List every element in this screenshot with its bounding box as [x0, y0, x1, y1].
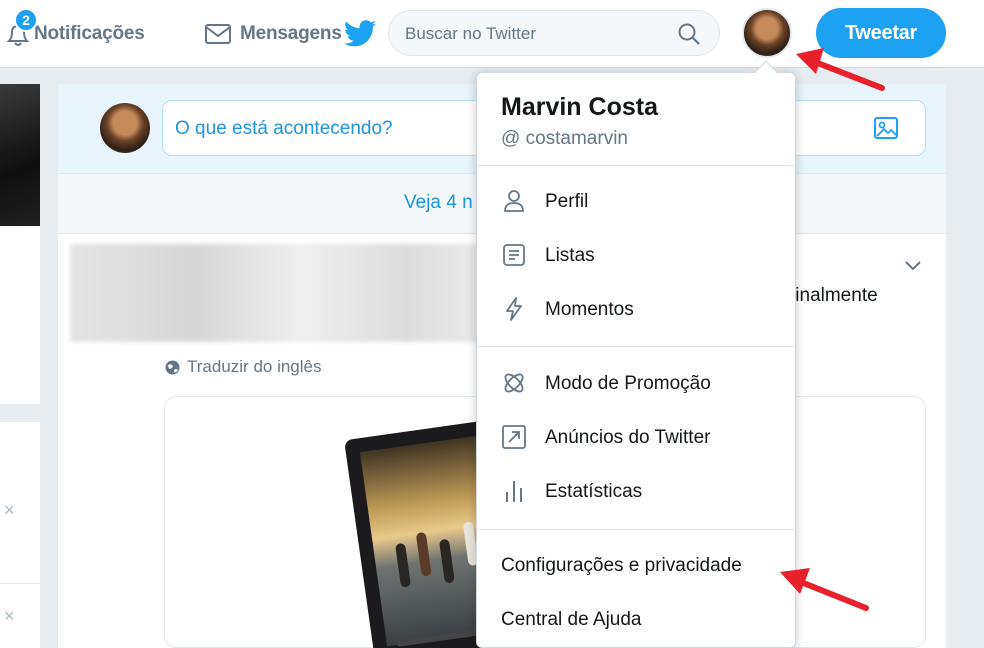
menu-label: Perfil [545, 191, 589, 212]
menu-divider [477, 165, 795, 166]
add-photo-icon[interactable] [872, 114, 900, 142]
search-box[interactable] [388, 10, 720, 56]
person-icon [504, 190, 524, 212]
menu-item-promote-mode[interactable]: Modo de Promoção [477, 360, 795, 408]
globe-icon [165, 360, 180, 374]
dismiss-suggestion-icon[interactable]: × [4, 606, 15, 627]
new-tweets-link[interactable]: Veja 4 n [404, 192, 473, 214]
menu-item-profile[interactable]: Perfil [477, 178, 795, 226]
search-icon[interactable] [677, 22, 701, 46]
who-to-follow-card: × × [0, 422, 40, 648]
figure [415, 531, 432, 577]
nav-messages[interactable]: Mensagens [204, 20, 342, 48]
menu-divider [477, 529, 795, 530]
composer-placeholder: O que está acontecendo? [175, 118, 393, 139]
menu-label: Anúncios do Twitter [545, 427, 711, 448]
annotation-arrow-icon [796, 48, 885, 91]
profile-avatar-button[interactable] [742, 8, 792, 58]
menu-item-help-center[interactable]: Central de Ajuda [477, 596, 795, 644]
lightning-icon [506, 297, 522, 321]
arrow-up-right-icon [502, 425, 526, 449]
list-icon [503, 244, 525, 266]
twitter-bird-logo-icon[interactable] [343, 20, 377, 48]
translate-link[interactable]: Traduzir do inglês [164, 357, 322, 377]
figure [438, 538, 455, 584]
profile-handle: @ costamarvin [501, 128, 628, 149]
bar-chart-icon [506, 481, 522, 502]
menu-divider [477, 346, 795, 347]
menu-label: Modo de Promoção [545, 373, 711, 394]
menu-item-twitter-ads[interactable]: Anúncios do Twitter [477, 414, 795, 462]
tweet-text: finalmente [790, 285, 878, 306]
menu-label: Momentos [545, 299, 634, 320]
menu-label: Estatísticas [545, 481, 643, 502]
dismiss-suggestion-icon[interactable]: × [4, 500, 15, 521]
envelope-icon [205, 24, 231, 44]
composer-avatar [100, 103, 150, 153]
chevron-down-icon[interactable] [900, 252, 926, 278]
suggestion-divider [0, 583, 40, 584]
nav-notifications-label: Notificações [34, 23, 145, 44]
nav-messages-label: Mensagens [240, 23, 342, 44]
notification-badge: 2 [14, 8, 38, 32]
menu-item-analytics[interactable]: Estatísticas [477, 468, 795, 516]
promote-icon [504, 373, 524, 393]
menu-item-moments[interactable]: Momentos [477, 286, 795, 334]
annotation-arrow-icon [780, 568, 869, 611]
menu-item-settings-privacy[interactable]: Configurações e privacidade [477, 542, 795, 590]
menu-label: Configurações e privacidade [501, 555, 742, 576]
menu-label: Central de Ajuda [501, 609, 642, 630]
translate-label: Traduzir do inglês [187, 357, 322, 376]
search-input[interactable] [405, 23, 675, 45]
menu-label: Listas [545, 245, 595, 266]
sidebar-photo[interactable] [0, 84, 40, 226]
figure [395, 542, 412, 588]
profile-name[interactable]: Marvin Costa [501, 93, 658, 122]
blurred-tweet-header [70, 244, 490, 342]
menu-item-lists[interactable]: Listas [477, 232, 795, 280]
